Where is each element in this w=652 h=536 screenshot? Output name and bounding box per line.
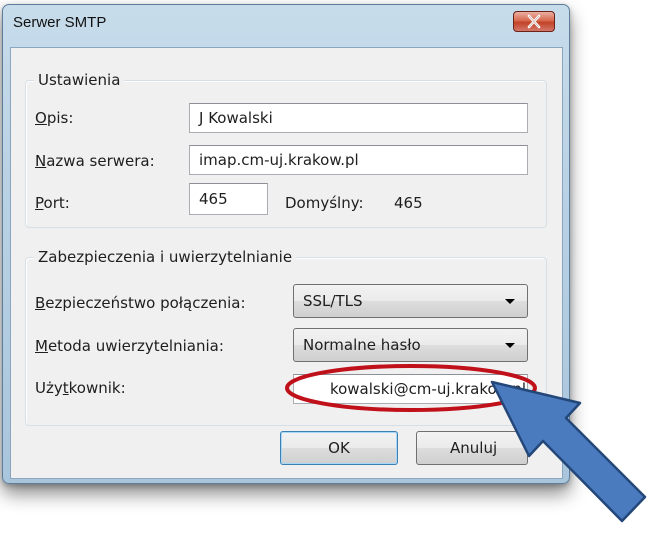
auth-method-select[interactable]: Normalne hasło: [293, 328, 528, 362]
username-field[interactable]: kowalski@cm-uj.krakow.pl: [293, 374, 528, 404]
connection-security-label: Bezpieczeństwo połączenia:: [35, 294, 246, 312]
connection-security-select[interactable]: SSL/TLS: [293, 284, 528, 318]
auth-method-label-mnemonic: M: [35, 337, 48, 355]
username-label-prefix: Uży: [35, 379, 63, 397]
port-label-mnemonic: P: [35, 194, 44, 212]
connection-security-label-text: ezpieczeństwo połączenia:: [45, 294, 246, 312]
cancel-button-label: Anuluj: [450, 439, 498, 457]
description-label: Opis:: [35, 109, 73, 127]
security-legend: Zabezpieczenia i uwierzytelnianie: [34, 248, 297, 266]
dialog-body: Ustawienia Opis: J Kowalski Nazwa serwer…: [10, 47, 563, 479]
username-label-text: kownik:: [68, 379, 126, 397]
default-port-value: 465: [394, 194, 423, 212]
window-title: Serwer SMTP: [13, 14, 107, 31]
connection-security-value: SSL/TLS: [303, 292, 363, 310]
title-bar[interactable]: Serwer SMTP: [3, 5, 569, 47]
server-name-label: Nazwa serwera:: [35, 152, 155, 170]
smtp-server-dialog: Serwer SMTP Ustawienia Opis: J Kowalski …: [2, 4, 570, 484]
default-port-label: Domyślny:: [285, 194, 364, 212]
username-value: kowalski@cm-uj.krakow.pl: [329, 380, 526, 398]
chevron-down-icon: [505, 343, 515, 348]
cancel-button[interactable]: Anuluj: [416, 431, 528, 465]
close-x-icon: [527, 14, 541, 29]
connection-security-label-mnemonic: B: [35, 294, 46, 312]
server-name-field[interactable]: imap.cm-uj.krakow.pl: [189, 145, 528, 175]
port-label-text: ort:: [43, 194, 70, 212]
description-label-mnemonic: O: [35, 109, 47, 127]
chevron-down-icon: [505, 299, 515, 304]
settings-legend: Ustawienia: [34, 71, 125, 89]
port-field[interactable]: 465: [189, 183, 268, 215]
auth-method-value: Normalne hasło: [303, 336, 421, 354]
auth-method-label: Metoda uwierzytelniania:: [35, 337, 224, 355]
description-field[interactable]: J Kowalski: [189, 103, 528, 133]
description-label-text: pis:: [46, 109, 74, 127]
close-button[interactable]: [513, 11, 555, 32]
port-label: Port:: [35, 194, 70, 212]
server-name-label-text: azwa serwera:: [46, 152, 155, 170]
server-name-label-mnemonic: N: [35, 152, 47, 170]
ok-button[interactable]: OK: [280, 431, 398, 465]
username-label: Użytkownik:: [35, 379, 126, 397]
auth-method-label-text: etoda uwierzytelniania:: [47, 337, 224, 355]
